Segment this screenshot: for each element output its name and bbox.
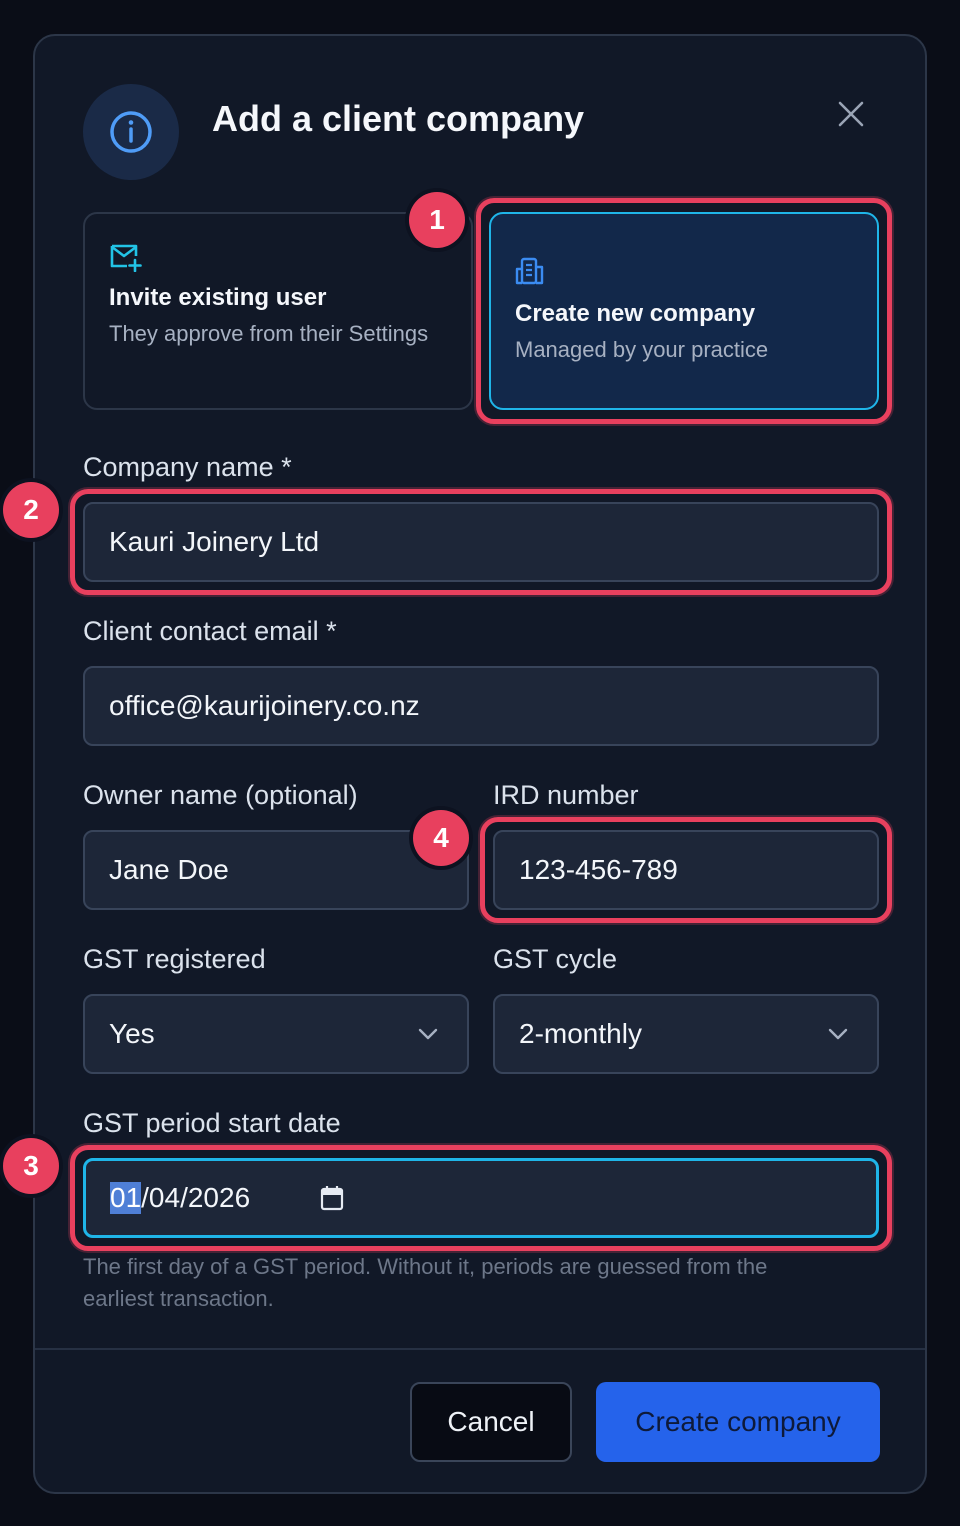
gst-registered-value: Yes	[109, 1018, 155, 1049]
company-name-label: Company name *	[83, 452, 292, 482]
cancel-button[interactable]: Cancel	[410, 1382, 572, 1462]
owner-name-label: Owner name (optional)	[83, 780, 358, 810]
gst-cycle-label: GST cycle	[493, 944, 618, 974]
invite-option-subtitle: They approve from their Settings	[109, 321, 429, 346]
chevron-down-icon	[828, 1028, 848, 1040]
create-option-title: Create new company	[515, 300, 756, 327]
create-option-subtitle: Managed by your practice	[515, 337, 769, 362]
gst-cycle-value: 2-monthly	[519, 1018, 642, 1049]
annotation-badge-2: 2	[3, 482, 59, 538]
date-rest-segment[interactable]: /04/2026	[141, 1182, 250, 1214]
owner-name-input[interactable]: Jane Doe	[83, 830, 469, 910]
invite-existing-user-option[interactable]: Invite existing user They approve from t…	[83, 212, 473, 410]
close-button[interactable]	[833, 96, 869, 132]
calendar-icon[interactable]	[320, 1185, 344, 1211]
gst-start-date-input[interactable]: 01 /04/2026	[83, 1158, 879, 1238]
invite-option-title: Invite existing user	[109, 284, 327, 311]
company-name-input[interactable]: Kauri Joinery Ltd	[83, 502, 879, 582]
gst-cycle-select[interactable]: 2-monthly	[493, 994, 879, 1074]
create-new-company-option[interactable]: Create new company Managed by your pract…	[489, 212, 879, 410]
chevron-down-icon	[418, 1028, 438, 1040]
client-email-input[interactable]: office@kaurijoinery.co.nz	[83, 666, 879, 746]
gst-registered-label: GST registered	[83, 944, 266, 974]
annotation-badge-3: 3	[3, 1138, 59, 1194]
add-client-dialog: Add a client company Invite existing use…	[3, 34, 927, 1494]
create-company-button[interactable]: Create company	[596, 1382, 880, 1462]
footer-divider	[35, 1348, 925, 1350]
ird-number-input[interactable]: 123-456-789	[493, 830, 879, 910]
date-day-segment[interactable]: 01	[110, 1182, 142, 1214]
annotation-badge-1: 1	[409, 192, 465, 248]
gst-start-date-helper: The first day of a GST period. Without i…	[83, 1254, 768, 1311]
annotation-badge-4: 4	[413, 810, 469, 866]
dialog-title: Add a client company	[212, 98, 585, 139]
ird-number-label: IRD number	[493, 780, 639, 810]
close-icon	[838, 101, 864, 127]
client-email-label: Client contact email *	[83, 616, 337, 646]
gst-registered-select[interactable]: Yes	[83, 994, 469, 1074]
mail-plus-icon	[110, 244, 142, 272]
building-icon	[515, 257, 544, 285]
info-icon	[83, 84, 179, 180]
gst-start-date-label: GST period start date	[83, 1108, 341, 1138]
